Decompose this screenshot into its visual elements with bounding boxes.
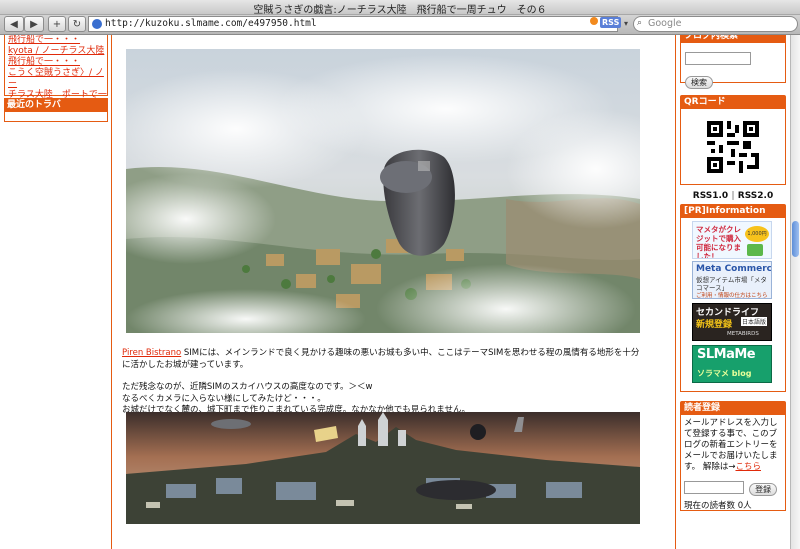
- pr-header: [PR]Information: [680, 204, 786, 218]
- banner1-text: マメタがクレジットで購入可能になりました！: [696, 225, 741, 259]
- reader-email-input[interactable]: [684, 481, 744, 494]
- back-icon: ◀: [10, 18, 18, 30]
- back-button[interactable]: ◀: [4, 16, 24, 32]
- paragraph-2-line-2: なるべくカメラに入らない様にしてみたけど・・・。: [122, 393, 326, 404]
- qr-section: QRコード: [680, 95, 786, 109]
- blog-search-input[interactable]: [685, 52, 751, 65]
- banner2-foot: ご利用・情報の仕方はこちら: [696, 293, 768, 299]
- blog-search-button[interactable]: 検索: [685, 76, 713, 89]
- reader-header: 読者登録: [680, 401, 786, 415]
- forward-button[interactable]: ▶: [24, 16, 44, 32]
- rss-badge[interactable]: RSS: [600, 17, 622, 28]
- blog-search-section: ブログ内検索: [680, 35, 786, 43]
- left-sidebar: 飛行船で一・・・ kyota / ノーチラス大陸 飛行船で一・・・ こうく空賊う…: [0, 35, 111, 549]
- search-placeholder: Google: [648, 18, 682, 29]
- screenshot-airship-over-clouds: [126, 49, 640, 333]
- search-engine-dropdown-icon[interactable]: ▾: [624, 19, 628, 28]
- banner2-title: Meta Commerce: [696, 264, 772, 274]
- qr-code-icon: [707, 121, 759, 173]
- slmame-blog-banner[interactable]: SLMaMe ソラマメ blog: [692, 345, 772, 383]
- cart-icon: [747, 244, 763, 256]
- reader-desc-text: メールアドレスを入力して登録する事で、このブログの新着エントリーをメールでお届け…: [684, 418, 778, 472]
- right-sidebar: ブログ内検索 検索 QRコード RSS1.0 | RSS2.0 [PR]Info…: [678, 35, 788, 549]
- window-title: 空賊うさぎの戯言:ノーチラス大陸 飛行船で一周チュウ その６: [253, 5, 547, 16]
- meta-commerce-banner[interactable]: Meta Commerce 仮想アイテム市場「メタコマース」 ご利用・情報の仕方…: [692, 261, 772, 299]
- screenshot-castle-town: [126, 412, 640, 524]
- reader-box: メールアドレスを入力して登録する事で、このブログの新着エントリーをメールでお届け…: [680, 415, 786, 511]
- address-bar[interactable]: http://kuzoku.slmame.com/e497950.html: [88, 16, 618, 32]
- reader-description: メールアドレスを入力して登録する事で、このブログの新着エントリーをメールでお届け…: [681, 415, 785, 473]
- url-text: http://kuzoku.slmame.com/e497950.html: [105, 18, 317, 29]
- blog-search-header: ブログ内検索: [680, 35, 786, 43]
- reader-registration-section: 読者登録: [680, 401, 786, 415]
- paragraph-2-line-1: ただ残念なのが、近隣SIMのスカイハウスの高度なのです。＞＜w: [122, 382, 373, 392]
- unsubscribe-link[interactable]: こちら: [735, 462, 761, 472]
- sidebar-link[interactable]: 飛行船で一・・・: [5, 57, 107, 68]
- recent-trackback-header: 最近のトラバ: [4, 98, 108, 112]
- banner1-price: 1,000円から: [745, 226, 769, 253]
- qr-header: QRコード: [680, 95, 786, 109]
- register-button[interactable]: 登録: [749, 483, 778, 496]
- right-divider: [675, 35, 676, 549]
- qr-box: [680, 109, 786, 185]
- paragraph-1-text: SIMには、メインランドで良く見かける趣味の悪いお城も多い中、ここはテーマSIM…: [122, 348, 640, 370]
- reader-count: 現在の読者数 0人: [684, 501, 752, 511]
- second-life-signup-banner[interactable]: セカンドライフ 新規登録 日本語版 METABIRDS: [692, 303, 772, 341]
- search-icon: ⌕: [637, 18, 643, 28]
- banner3-sub: 新規登録: [696, 320, 733, 330]
- scrollbar-thumb[interactable]: [792, 221, 799, 257]
- blog-search-box: 検索: [680, 43, 786, 89]
- add-bookmark-button[interactable]: +: [48, 16, 66, 32]
- recent-trackback-box: [4, 112, 108, 122]
- banner4-sub: ソラマメ blog: [697, 369, 752, 378]
- paragraph-1: Piren Bistrano SIMには、メインランドで良く見かける趣味の悪いお…: [122, 348, 642, 371]
- window-titlebar: 空賊うさぎの戯言:ノーチラス大陸 飛行船で一周チュウ その６: [0, 0, 800, 16]
- sidebar-link[interactable]: 飛行船で一・・・: [5, 35, 107, 46]
- rss2-link[interactable]: RSS2.0: [738, 191, 773, 201]
- rss1-link[interactable]: RSS1.0: [693, 191, 728, 201]
- search-input[interactable]: ⌕ Google: [633, 16, 798, 32]
- site-favicon-icon: [92, 19, 102, 29]
- rss-feed-icon[interactable]: [590, 17, 598, 25]
- piren-bistrano-link[interactable]: Piren Bistrano: [122, 348, 181, 358]
- banner4-title: SLMaMe: [697, 347, 756, 362]
- sidebar-link[interactable]: こうく空賊うさぎ〉/ ノー: [5, 68, 107, 90]
- rss-links: RSS1.0 | RSS2.0: [692, 191, 774, 201]
- browser-toolbar: ◀ ▶ + ↻ http://kuzoku.slmame.com/e497950…: [0, 15, 800, 35]
- mameta-credit-banner[interactable]: マメタがクレジットで購入可能になりました！ 1,000円から: [692, 221, 772, 259]
- banner3-foot: METABIRDS: [727, 331, 759, 337]
- forward-icon: ▶: [30, 18, 38, 30]
- reload-icon: ↻: [72, 18, 82, 30]
- banner3-badge: 日本語版: [741, 317, 768, 326]
- post-body-text: Piren Bistrano SIMには、メインランドで良く見かける趣味の悪いお…: [122, 348, 642, 417]
- plus-icon: +: [52, 18, 62, 30]
- banner2-sub: 仮想アイテム市場「メタコマース」: [696, 276, 767, 292]
- reload-button[interactable]: ↻: [68, 16, 86, 32]
- recent-comments-list: 飛行船で一・・・ kyota / ノーチラス大陸 飛行船で一・・・ こうく空賊う…: [4, 35, 108, 111]
- sidebar-link[interactable]: kyota / ノーチラス大陸: [5, 46, 107, 57]
- vertical-scrollbar[interactable]: [790, 35, 800, 549]
- main-content: Piren Bistrano SIMには、メインランドで良く見かける趣味の悪いお…: [112, 35, 675, 549]
- page-viewport: 飛行船で一・・・ kyota / ノーチラス大陸 飛行船で一・・・ こうく空賊う…: [0, 35, 790, 549]
- pr-section: [PR]Information: [680, 204, 786, 218]
